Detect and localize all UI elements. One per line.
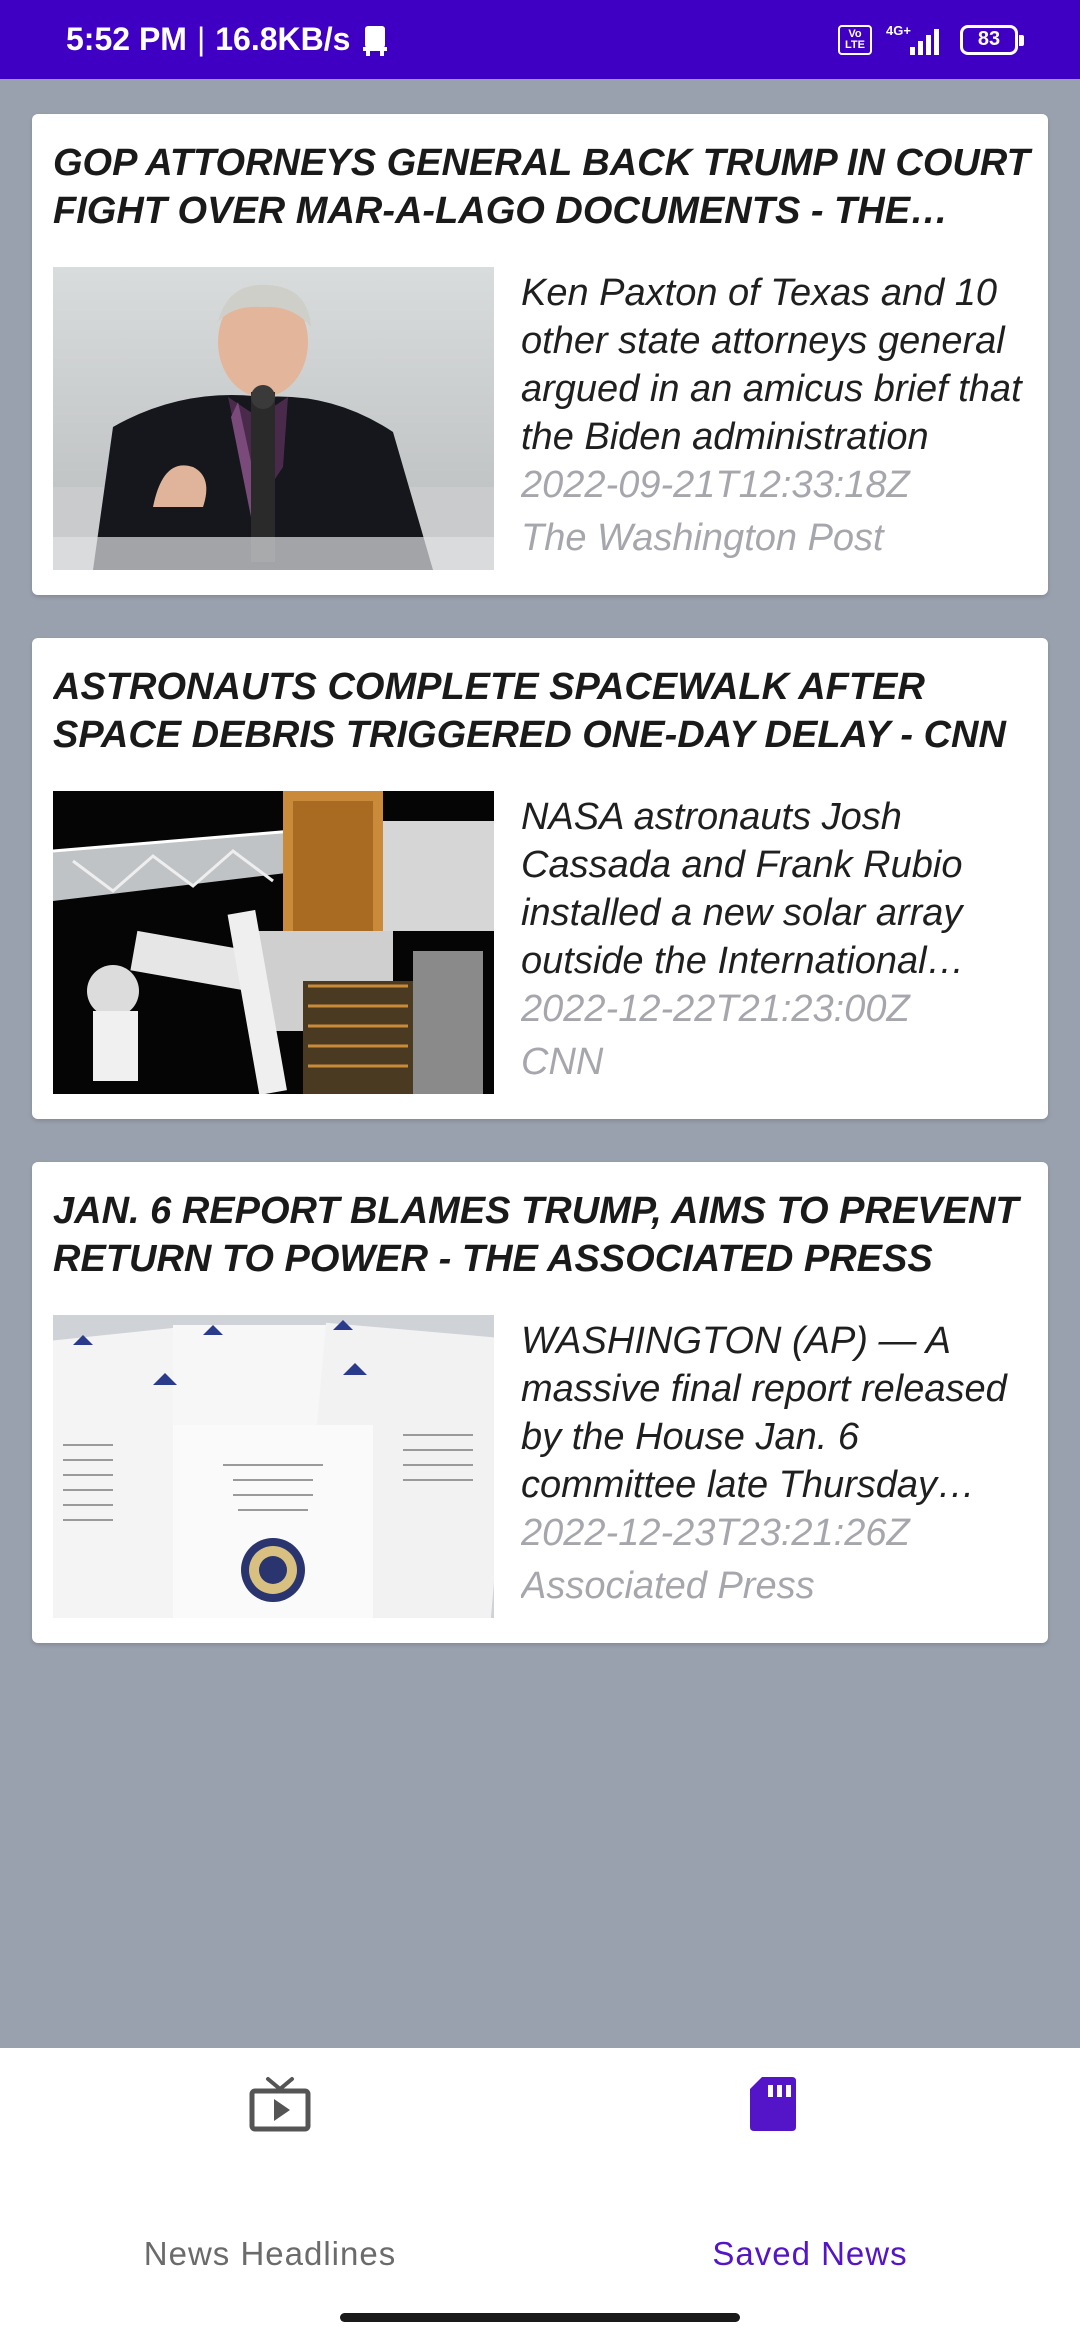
nav-item-news-headlines[interactable]: News Headlines — [0, 2048, 540, 2308]
news-image — [53, 791, 494, 1094]
bottom-navigation: News Headlines Saved News — [0, 2048, 1080, 2340]
status-bar: 5:52 PM | 16.8KB/s Vo LTE 4G+ 83 — [0, 0, 1080, 79]
sd-card-icon — [750, 2077, 796, 2131]
news-source: The Washington Post — [521, 517, 884, 559]
network-speed: 16.8KB/s — [215, 21, 351, 57]
battery-icon: 83 — [960, 24, 1024, 55]
news-published: 2022-09-21T12:33:18Z — [521, 464, 910, 506]
news-image — [53, 1315, 494, 1618]
news-image — [53, 267, 494, 570]
battery-level: 83 — [977, 28, 1001, 50]
news-card[interactable]: GOP ATTORNEYS GENERAL BACK TRUMP IN COUR… — [32, 114, 1048, 595]
news-title: JAN. 6 REPORT BLAMES TRUMP, AIMS TO PREV… — [53, 1190, 1019, 1280]
signal-icon: 4G+ — [886, 23, 946, 57]
news-description: Ken Paxton of Texas and 10 other state a… — [521, 272, 1022, 458]
status-separator: | — [196, 21, 206, 57]
news-source: CNN — [521, 1041, 604, 1083]
news-published: 2022-12-22T21:23:00Z — [521, 988, 910, 1030]
news-description: NASA astronauts Josh Cassada and Frank R… — [521, 796, 963, 982]
news-card[interactable]: JAN. 6 REPORT BLAMES TRUMP, AIMS TO PREV… — [32, 1162, 1048, 1643]
news-title: ASTRONAUTS COMPLETE SPACEWALK AFTER SPAC… — [53, 666, 1006, 756]
status-right: Vo LTE 4G+ 83 — [838, 0, 1024, 79]
news-source: Associated Press — [521, 1565, 815, 1607]
news-title: GOP ATTORNEYS GENERAL BACK TRUMP IN COUR… — [53, 142, 1030, 232]
home-indicator[interactable] — [340, 2313, 740, 2322]
news-published: 2022-12-23T23:21:26Z — [521, 1512, 910, 1554]
nav-label: News Headlines — [143, 2235, 397, 2272]
news-card[interactable]: ASTRONAUTS COMPLETE SPACEWALK AFTER SPAC… — [32, 638, 1048, 1119]
news-description: WASHINGTON (AP) — A massive final report… — [521, 1320, 1007, 1506]
status-time: 5:52 PM — [66, 21, 187, 57]
phone-transfer-icon — [363, 25, 388, 56]
nav-label: Saved News — [712, 2235, 908, 2272]
nav-item-saved-news[interactable]: Saved News — [540, 2048, 1080, 2308]
status-left: 5:52 PM | 16.8KB/s — [66, 0, 392, 79]
volte-icon: Vo LTE — [838, 24, 872, 55]
tv-icon — [249, 2077, 311, 2132]
